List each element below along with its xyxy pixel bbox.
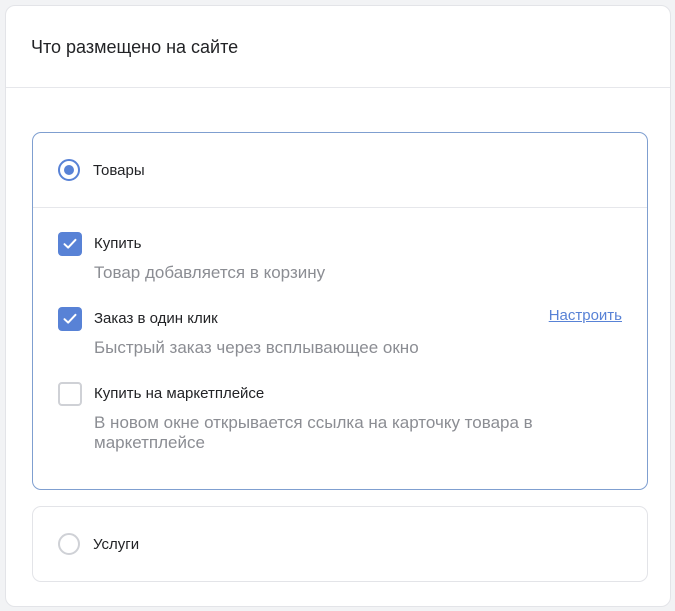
marketplace-checkbox[interactable]: [58, 382, 82, 406]
services-radio-row[interactable]: Услуги: [33, 507, 647, 581]
option-card-goods[interactable]: Товары Купить Товар добавляется в корзин…: [32, 132, 648, 490]
sub-option-buy: Купить Товар добавляется в корзину: [58, 230, 622, 283]
goods-label: Товары: [93, 161, 145, 179]
one-click-checkbox[interactable]: [58, 307, 82, 331]
services-label: Услуги: [93, 535, 140, 553]
marketplace-description: В новом окне открывается ссылка на карто…: [94, 413, 533, 452]
buy-title: Купить: [94, 235, 142, 252]
option-card-services[interactable]: Услуги: [32, 506, 648, 582]
sub-option-one-click: Заказ в один клик Быстрый заказ через вс…: [58, 305, 622, 358]
services-radio-button[interactable]: [58, 533, 80, 555]
buy-checkbox[interactable]: [58, 232, 82, 256]
goods-radio-button[interactable]: [58, 159, 80, 181]
checkmark-icon: [63, 313, 77, 324]
checkmark-icon: [63, 238, 77, 249]
configure-link[interactable]: Настроить: [549, 307, 622, 324]
panel-header: Что размещено на сайте: [6, 6, 670, 88]
goods-sub-options: Купить Товар добавляется в корзину Заказ…: [33, 184, 647, 453]
marketplace-title: Купить на маркетплейсе: [94, 385, 265, 402]
buy-description: Товар добавляется в корзину: [94, 263, 326, 282]
one-click-title: Заказ в один клик: [94, 310, 218, 327]
panel-title: Что размещено на сайте: [31, 37, 239, 57]
one-click-description: Быстрый заказ через всплывающее окно: [94, 338, 419, 357]
sub-option-marketplace: Купить на маркетплейсе В новом окне откр…: [58, 380, 622, 453]
settings-panel: Что размещено на сайте Товары Купить Тов…: [5, 5, 671, 607]
